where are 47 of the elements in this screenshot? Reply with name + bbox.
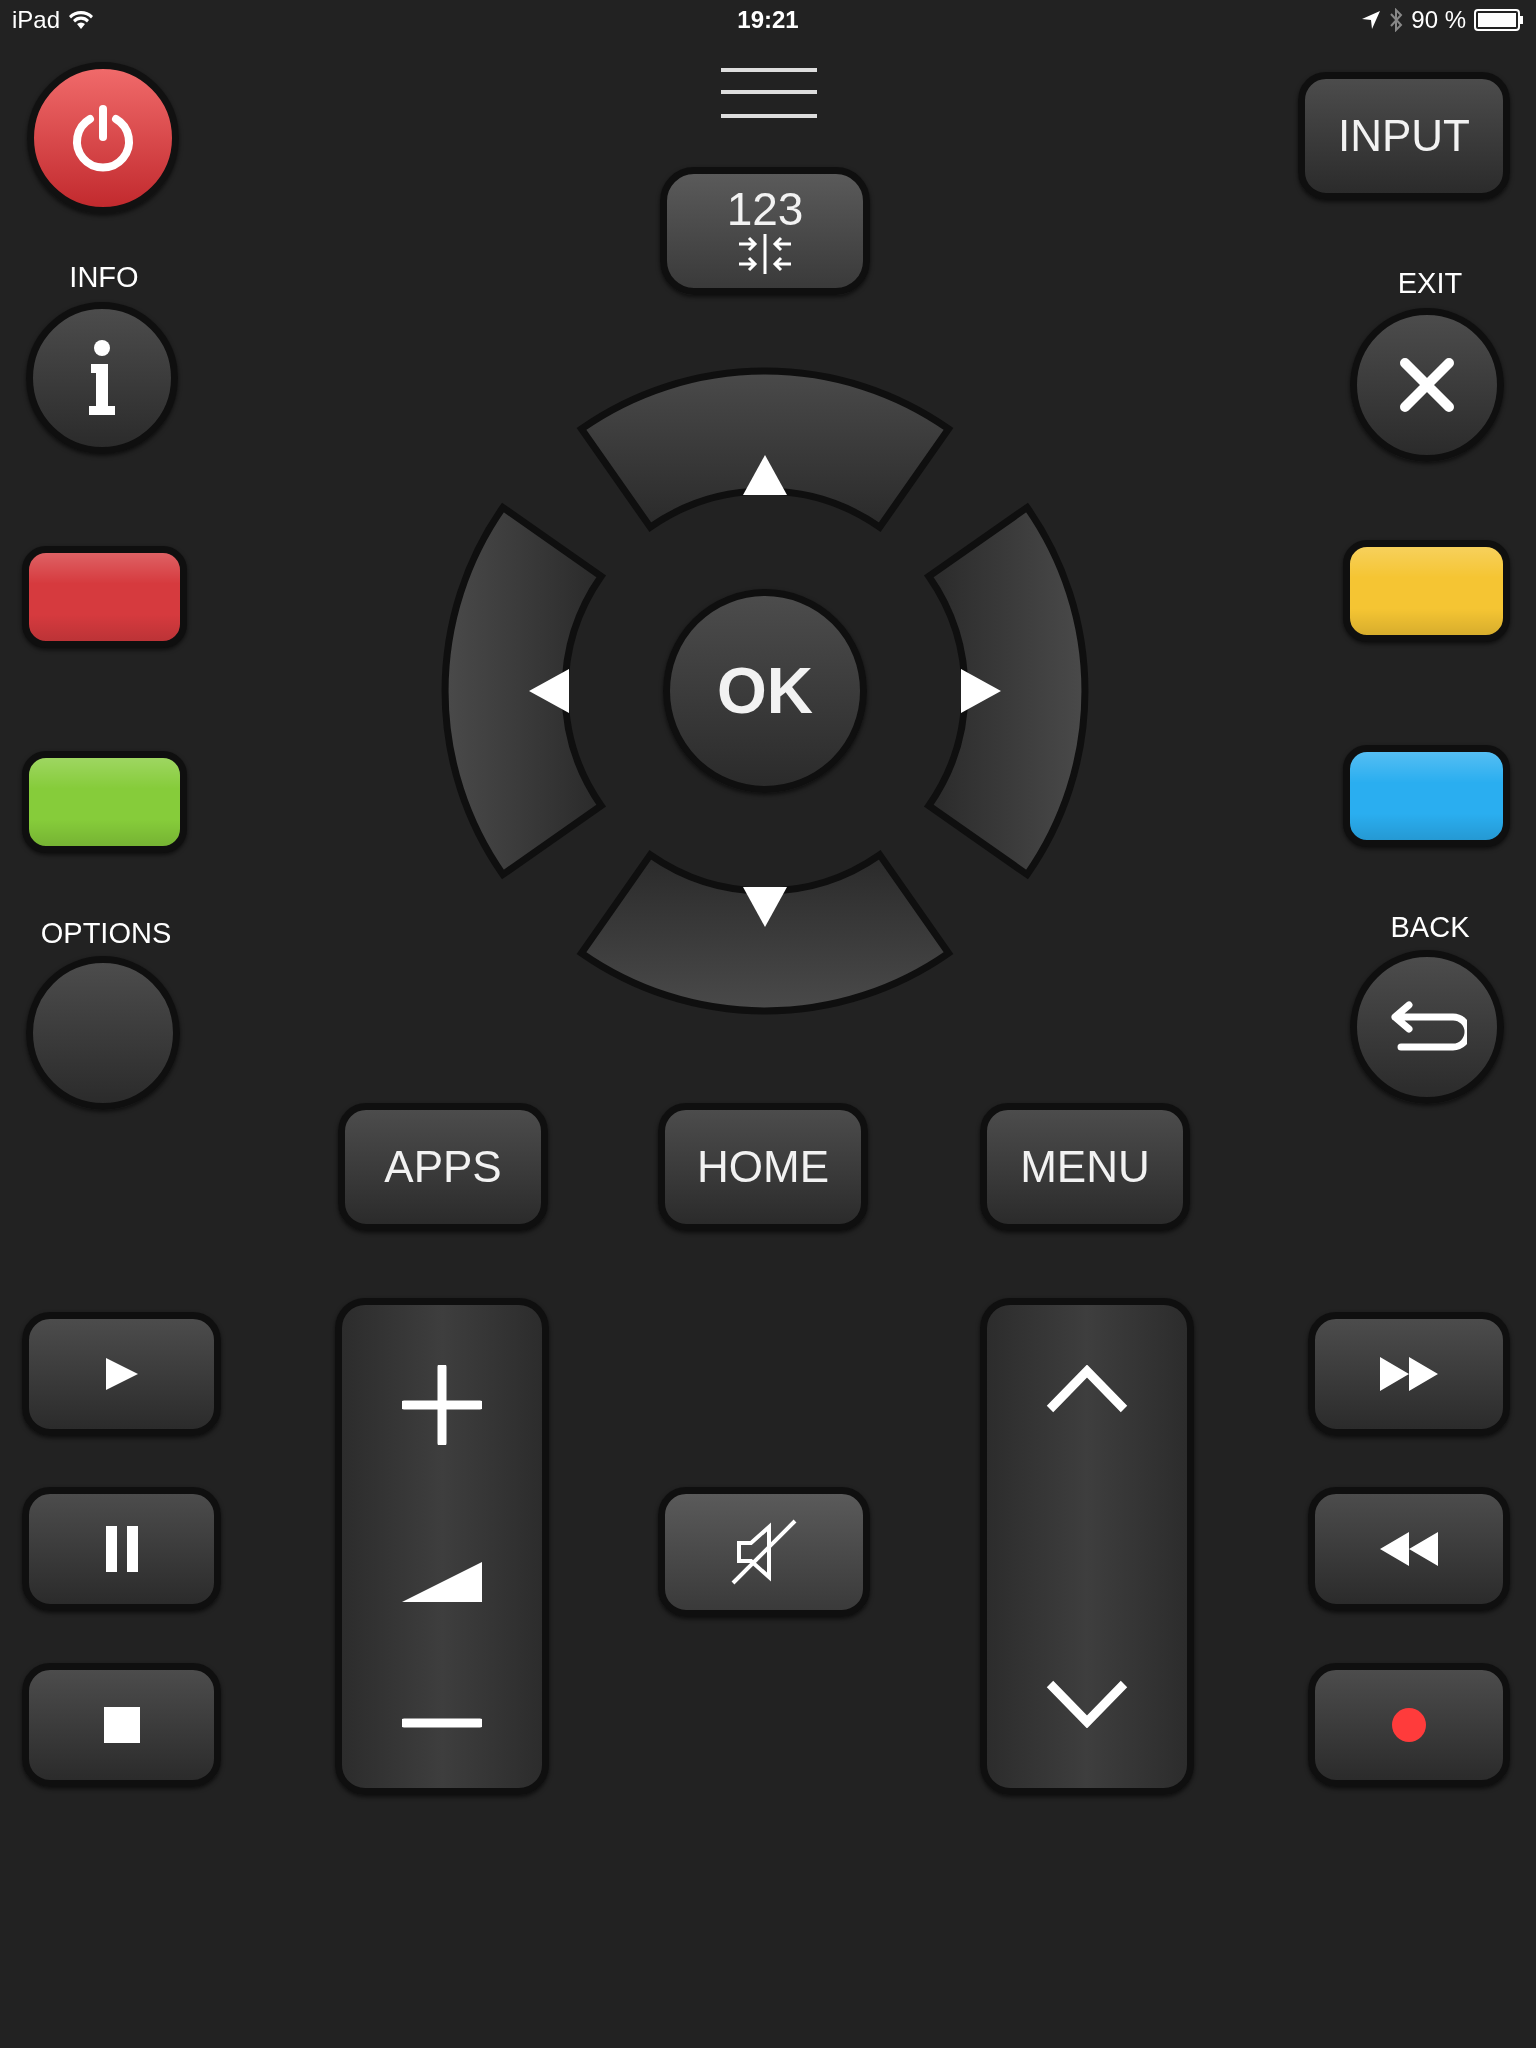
clock-time: 19:21 (737, 5, 799, 35)
plus-icon (402, 1365, 482, 1445)
minus-icon (402, 1718, 482, 1728)
nav-button[interactable]: APPS (338, 1103, 548, 1231)
info-icon (87, 340, 117, 416)
back-label: BACK (1390, 910, 1470, 945)
triangle-up-icon (743, 455, 787, 495)
play-icon (103, 1356, 140, 1392)
pause-button[interactable] (22, 1487, 221, 1611)
fast-forward-button[interactable] (1308, 1312, 1510, 1436)
volume-ramp-icon (402, 1561, 482, 1602)
pause-icon (103, 1526, 140, 1572)
rewind-icon (1380, 1532, 1438, 1566)
color-key[interactable] (1343, 540, 1510, 642)
ok-button[interactable]: OK (663, 589, 867, 793)
stop-button[interactable] (22, 1663, 221, 1787)
battery-percent: 90 % (1411, 5, 1466, 35)
bluetooth-icon (1389, 8, 1404, 32)
play-button[interactable] (22, 1312, 221, 1436)
rewind-button[interactable] (1308, 1487, 1510, 1611)
exit-label: EXIT (1397, 266, 1463, 301)
carrier-label: iPad (12, 5, 61, 35)
mute-button[interactable] (658, 1487, 870, 1617)
triangle-left-icon (529, 669, 569, 713)
battery-icon (1474, 9, 1524, 31)
chevron-down-icon (1046, 1680, 1128, 1728)
mute-speaker-icon (729, 1517, 799, 1587)
stop-icon (103, 1707, 140, 1743)
nav-button[interactable]: MENU (980, 1103, 1190, 1231)
close-icon (1399, 357, 1455, 413)
chevron-up-icon (1046, 1365, 1128, 1413)
nav-button[interactable]: HOME (658, 1103, 868, 1231)
wifi-icon (68, 10, 95, 30)
record-icon (1392, 1708, 1426, 1742)
info-label: INFO (69, 260, 139, 295)
input-button[interactable]: INPUT (1298, 72, 1510, 200)
triangle-down-icon (743, 887, 787, 927)
color-key[interactable] (22, 546, 187, 648)
triangle-right-icon (961, 669, 1001, 713)
color-key[interactable] (22, 751, 187, 853)
options-label: OPTIONS (40, 916, 172, 951)
numpad-button[interactable]: 123 (660, 167, 870, 295)
volume-rocker[interactable] (335, 1298, 549, 1795)
color-key[interactable] (1343, 745, 1510, 847)
location-arrow-icon (1361, 10, 1382, 30)
fast-forward-icon (1380, 1357, 1438, 1391)
record-button[interactable] (1308, 1663, 1510, 1787)
